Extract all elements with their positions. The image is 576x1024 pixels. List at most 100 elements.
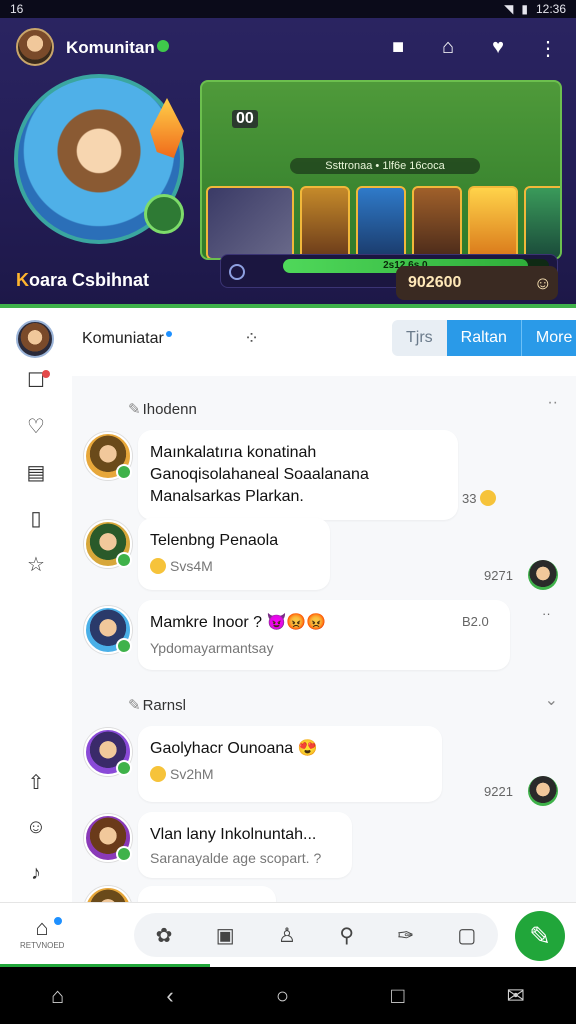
message-sub: Ypdomayarmantsay bbox=[150, 640, 274, 656]
more-horiz-icon[interactable]: ·· bbox=[542, 606, 551, 621]
online-badge bbox=[116, 760, 132, 776]
compose-button[interactable]: ✎ bbox=[515, 911, 565, 961]
emoji-icon[interactable]: ☺ bbox=[22, 816, 50, 844]
message-avatar[interactable] bbox=[84, 520, 132, 568]
smile-icon: ☺ bbox=[533, 272, 552, 293]
message-text: Gaolyhacr Ounoana 😍 bbox=[150, 740, 318, 757]
assist-icon[interactable]: ✉ bbox=[507, 983, 525, 1009]
header-avatar[interactable] bbox=[16, 28, 54, 66]
message-bubble[interactable]: Gaolyhacr Ounoana 😍 Sv2hM bbox=[138, 726, 442, 802]
card[interactable] bbox=[300, 186, 350, 258]
message-avatar[interactable] bbox=[84, 886, 132, 902]
home-button[interactable]: ⌂ RETVNOED bbox=[20, 915, 64, 959]
card-icon[interactable]: ▣ bbox=[216, 923, 235, 948]
status-time: 12:36 bbox=[535, 2, 566, 16]
sidebar-avatar[interactable] bbox=[16, 320, 54, 358]
music-icon[interactable]: ♪ bbox=[22, 862, 50, 890]
sidebar: ☐ ♡ ▤ ▯ ☆ ⇧ ☺ ♪ bbox=[0, 312, 72, 902]
wifi-icon: ◥ bbox=[504, 2, 514, 16]
search-icon[interactable]: ⚲ bbox=[339, 923, 354, 948]
online-badge bbox=[116, 552, 132, 568]
bottom-toolbar: ⌂ RETVNOED ✿ ▣ ♙ ⚲ ✑ ▢ ✎ bbox=[0, 902, 576, 966]
card[interactable] bbox=[356, 186, 406, 258]
pencil-icon: ✎ bbox=[128, 697, 141, 714]
game-level: 00 bbox=[232, 110, 258, 128]
page-title: Komunitan bbox=[66, 38, 169, 58]
tab-more[interactable]: More bbox=[521, 320, 576, 356]
score-value: 902600 bbox=[408, 274, 462, 291]
chevron-down-icon[interactable]: ⌄ bbox=[545, 690, 558, 710]
share-icon[interactable]: ⇧ bbox=[22, 770, 50, 798]
pencil-icon: ✎ bbox=[128, 401, 141, 418]
message-text: Mamkre Inoor ? 😈😡😡 bbox=[150, 614, 327, 631]
message-text: Maınkalatırıa konatinah Ganoqisolahaneal… bbox=[150, 444, 369, 505]
card[interactable] bbox=[206, 186, 294, 258]
recents-icon[interactable]: □ bbox=[391, 983, 404, 1009]
dots-icon[interactable]: ⁘ bbox=[244, 328, 259, 349]
folder-icon[interactable]: ▤ bbox=[22, 460, 50, 488]
community-name[interactable]: Komuniatar bbox=[82, 330, 172, 348]
mini-avatar[interactable] bbox=[528, 560, 558, 590]
message-sub: Sv2hM bbox=[150, 766, 430, 782]
message-bubble[interactable]: Vlan lany Inkolnuntah... Saranayalde age… bbox=[138, 812, 352, 878]
status-left: 16 bbox=[10, 2, 24, 16]
circle-home-icon[interactable]: ○ bbox=[276, 983, 289, 1009]
section-header: ✎ Rarnsl bbox=[128, 697, 186, 714]
bookmark-icon[interactable]: ▢ bbox=[457, 923, 476, 948]
chat-icon[interactable]: ■ bbox=[386, 36, 410, 61]
game-preview[interactable]: 00 Ssttronaa • 1lf6e 16coca bbox=[200, 80, 562, 260]
message-avatar[interactable] bbox=[84, 432, 132, 480]
message-feed: ✎ Ihodenn ·· Maınkalatırıa konatinah Gano… bbox=[72, 376, 576, 902]
message-bubble[interactable] bbox=[138, 886, 276, 902]
card-row bbox=[206, 186, 560, 258]
pin-icon[interactable]: ☆ bbox=[22, 552, 50, 580]
status-bar: 16 ◥ ▮ 12:36 bbox=[0, 0, 576, 18]
emoji-reactions: 😍 bbox=[297, 740, 318, 757]
home-nav-icon[interactable]: ⌂ bbox=[51, 983, 64, 1009]
score-panel[interactable]: 902600 ☺ bbox=[396, 266, 558, 300]
online-badge bbox=[116, 464, 132, 480]
system-nav-bar: ⌂ ‹ ○ □ ✉ bbox=[0, 967, 576, 1024]
reaction-icon bbox=[480, 490, 497, 506]
hero-avatar[interactable] bbox=[14, 74, 184, 244]
battery-icon: ▮ bbox=[521, 2, 528, 16]
bell-icon[interactable]: ♙ bbox=[278, 923, 296, 948]
mini-avatar[interactable] bbox=[528, 776, 558, 806]
hero-badge bbox=[144, 194, 184, 234]
message-avatar[interactable] bbox=[84, 606, 132, 654]
verified-icon bbox=[156, 40, 169, 52]
reaction-icon bbox=[150, 558, 166, 574]
file-icon[interactable]: ▯ bbox=[22, 506, 50, 534]
community-header: Komunitan ■ ⌂ ♥ ⋮ Koara Csbihnat 00 Sstt… bbox=[0, 18, 576, 308]
tab-tjrs[interactable]: Tjrs bbox=[392, 320, 447, 356]
notification-dot bbox=[42, 370, 50, 378]
apps-icon[interactable]: ✿ bbox=[156, 923, 173, 948]
message-meta: 9271 bbox=[484, 568, 513, 583]
message-sub: Svs4M bbox=[150, 558, 318, 574]
heart-outline-icon[interactable]: ♡ bbox=[22, 414, 50, 442]
message-avatar[interactable] bbox=[84, 814, 132, 862]
message-bubble[interactable]: Mamkre Inoor ? 😈😡😡 Ypdomayarmantsay bbox=[138, 600, 510, 670]
message-avatar[interactable] bbox=[84, 728, 132, 776]
message-meta: B2.0 bbox=[462, 614, 489, 629]
more-vert-icon[interactable]: ⋮ bbox=[536, 36, 560, 61]
more-horiz-icon[interactable]: ·· bbox=[547, 394, 558, 412]
message-bubble[interactable]: Telenbng Penaola Svs4M bbox=[138, 518, 330, 590]
message-meta: 33 bbox=[462, 490, 500, 506]
back-icon[interactable]: ‹ bbox=[166, 983, 173, 1009]
feather-icon[interactable]: ✑ bbox=[397, 923, 414, 948]
hero-name: Koara Csbihnat bbox=[16, 270, 150, 290]
home-icon[interactable]: ⌂ bbox=[436, 36, 460, 61]
online-dot bbox=[165, 331, 172, 337]
tab-raltan[interactable]: Raltan bbox=[446, 320, 522, 356]
message-text: Vlan lany Inkolnuntah... bbox=[150, 826, 317, 843]
tab-group: Tjrs Raltan More bbox=[392, 320, 576, 356]
card[interactable] bbox=[524, 186, 560, 258]
card[interactable] bbox=[468, 186, 518, 258]
reaction-icon bbox=[150, 766, 166, 782]
clock-icon bbox=[229, 264, 245, 280]
message-bubble[interactable]: Maınkalatırıa konatinah Ganoqisolahaneal… bbox=[138, 430, 458, 520]
heart-icon[interactable]: ♥ bbox=[486, 36, 510, 61]
card[interactable] bbox=[412, 186, 462, 258]
message-sub: Saranayalde age scopart. ? bbox=[150, 850, 322, 866]
